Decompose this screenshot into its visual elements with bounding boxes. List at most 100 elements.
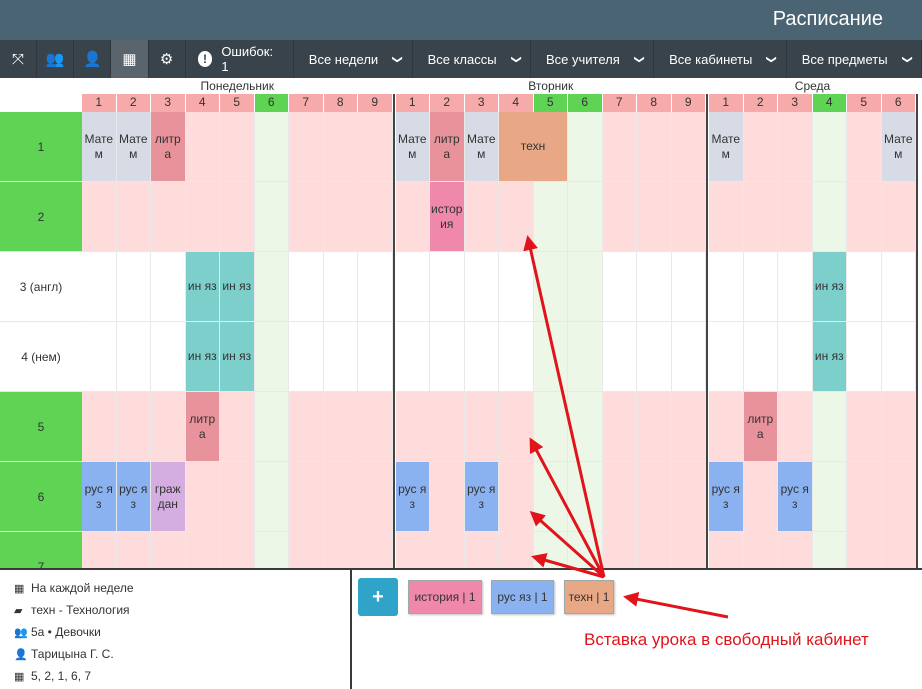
schedule-cell[interactable]: [499, 252, 534, 322]
schedule-cell[interactable]: [358, 322, 393, 392]
schedule-cell[interactable]: [254, 252, 289, 322]
schedule-cell[interactable]: [847, 182, 882, 252]
schedule-cell[interactable]: [151, 182, 186, 252]
schedule-cell[interactable]: [533, 462, 568, 532]
schedule-cell[interactable]: [568, 252, 603, 322]
lesson-card[interactable]: рус яз: [778, 462, 812, 531]
schedule-cell[interactable]: [430, 252, 465, 322]
schedule-cell[interactable]: [533, 532, 568, 568]
schedule-cell[interactable]: [847, 112, 882, 182]
schedule-cell[interactable]: [671, 392, 706, 462]
lesson-card[interactable]: Матем: [395, 112, 429, 181]
period-header[interactable]: 5: [847, 94, 882, 112]
schedule-cell[interactable]: [254, 532, 289, 568]
period-header[interactable]: 7: [602, 94, 637, 112]
schedule-cell[interactable]: [323, 322, 358, 392]
schedule-cell[interactable]: [358, 532, 393, 568]
schedule-cell[interactable]: [289, 322, 324, 392]
schedule-cell[interactable]: [602, 182, 637, 252]
schedule-cell[interactable]: [254, 182, 289, 252]
filter-dropdown-5[interactable]: Все предметы ❯: [787, 40, 922, 78]
expand-button[interactable]: ⤧: [0, 40, 38, 78]
lesson-chip[interactable]: рус яз | 1: [491, 580, 554, 614]
schedule-cell[interactable]: [464, 532, 499, 568]
schedule-cell[interactable]: [151, 322, 186, 392]
schedule-cell[interactable]: [358, 462, 393, 532]
schedule-cell[interactable]: [602, 532, 637, 568]
schedule-cell[interactable]: [602, 112, 637, 182]
schedule-cell[interactable]: [778, 532, 813, 568]
period-header[interactable]: 5: [220, 94, 255, 112]
period-header[interactable]: 2: [116, 94, 151, 112]
schedule-cell[interactable]: [637, 392, 672, 462]
period-header[interactable]: 1: [709, 94, 744, 112]
schedule-cell[interactable]: [568, 462, 603, 532]
period-header[interactable]: 9: [358, 94, 393, 112]
lesson-card[interactable]: Матем: [464, 112, 498, 181]
schedule-cell[interactable]: [185, 462, 220, 532]
schedule-cell[interactable]: [671, 252, 706, 322]
schedule-cell[interactable]: [254, 322, 289, 392]
schedule-cell[interactable]: [778, 392, 813, 462]
schedule-cell[interactable]: [881, 322, 916, 392]
schedule-cell[interactable]: [151, 252, 186, 322]
lesson-card[interactable]: ин яз: [220, 322, 254, 391]
lesson-card[interactable]: рус яз: [82, 462, 116, 531]
schedule-cell[interactable]: [151, 392, 186, 462]
lesson-chip[interactable]: техн | 1: [564, 580, 614, 614]
schedule-cell[interactable]: [568, 392, 603, 462]
lesson-card[interactable]: литра: [151, 112, 185, 181]
schedule-cell[interactable]: [464, 252, 499, 322]
schedule-cell[interactable]: [847, 392, 882, 462]
schedule-cell[interactable]: [220, 532, 255, 568]
schedule-cell[interactable]: [812, 532, 847, 568]
schedule-cell[interactable]: [220, 112, 255, 182]
lesson-card[interactable]: рус яз: [395, 462, 429, 531]
lesson-card[interactable]: ин яз: [185, 252, 219, 321]
schedule-cell[interactable]: [847, 462, 882, 532]
schedule-cell[interactable]: [289, 532, 324, 568]
schedule-cell[interactable]: [82, 532, 117, 568]
schedule-cell[interactable]: [323, 462, 358, 532]
lesson-card[interactable]: литра: [430, 112, 464, 181]
schedule-cell[interactable]: [499, 392, 534, 462]
add-lesson-button[interactable]: +: [358, 578, 398, 616]
lesson-card[interactable]: ин яз: [220, 252, 254, 321]
schedule-cell[interactable]: [323, 532, 358, 568]
schedule-cell[interactable]: [602, 462, 637, 532]
schedule-cell[interactable]: [637, 112, 672, 182]
schedule-cell[interactable]: [847, 322, 882, 392]
schedule-cell[interactable]: [395, 322, 430, 392]
schedule-cell[interactable]: [637, 322, 672, 392]
period-header[interactable]: 4: [185, 94, 220, 112]
schedule-cell[interactable]: [743, 322, 778, 392]
schedule-cell[interactable]: [812, 112, 847, 182]
schedule-cell[interactable]: [220, 462, 255, 532]
period-header[interactable]: 3: [151, 94, 186, 112]
schedule-cell[interactable]: [671, 322, 706, 392]
errors-button[interactable]: ! Ошибок: 1: [186, 40, 294, 78]
schedule-cell[interactable]: [323, 182, 358, 252]
schedule-cell[interactable]: [116, 182, 151, 252]
schedule-cell[interactable]: [116, 532, 151, 568]
schedule-cell[interactable]: [743, 462, 778, 532]
lesson-card[interactable]: Матем: [116, 112, 150, 181]
period-header[interactable]: 1: [395, 94, 430, 112]
lesson-card[interactable]: ин яз: [185, 322, 219, 391]
period-header[interactable]: 3: [778, 94, 813, 112]
schedule-cell[interactable]: [464, 392, 499, 462]
schedule-cell[interactable]: [185, 182, 220, 252]
lesson-card[interactable]: рус яз: [464, 462, 498, 531]
schedule-cell[interactable]: [151, 532, 186, 568]
schedule-cell[interactable]: [881, 392, 916, 462]
schedule-cell[interactable]: [881, 462, 916, 532]
schedule-cell[interactable]: [568, 112, 603, 182]
schedule-cell[interactable]: [395, 392, 430, 462]
schedule-cell[interactable]: [709, 322, 744, 392]
schedule-cell[interactable]: [289, 252, 324, 322]
schedule-cell[interactable]: [358, 112, 393, 182]
users-button[interactable]: 👥: [37, 40, 75, 78]
schedule-cell[interactable]: [709, 252, 744, 322]
gears-button[interactable]: ⚙: [149, 40, 186, 78]
schedule-cell[interactable]: [778, 112, 813, 182]
